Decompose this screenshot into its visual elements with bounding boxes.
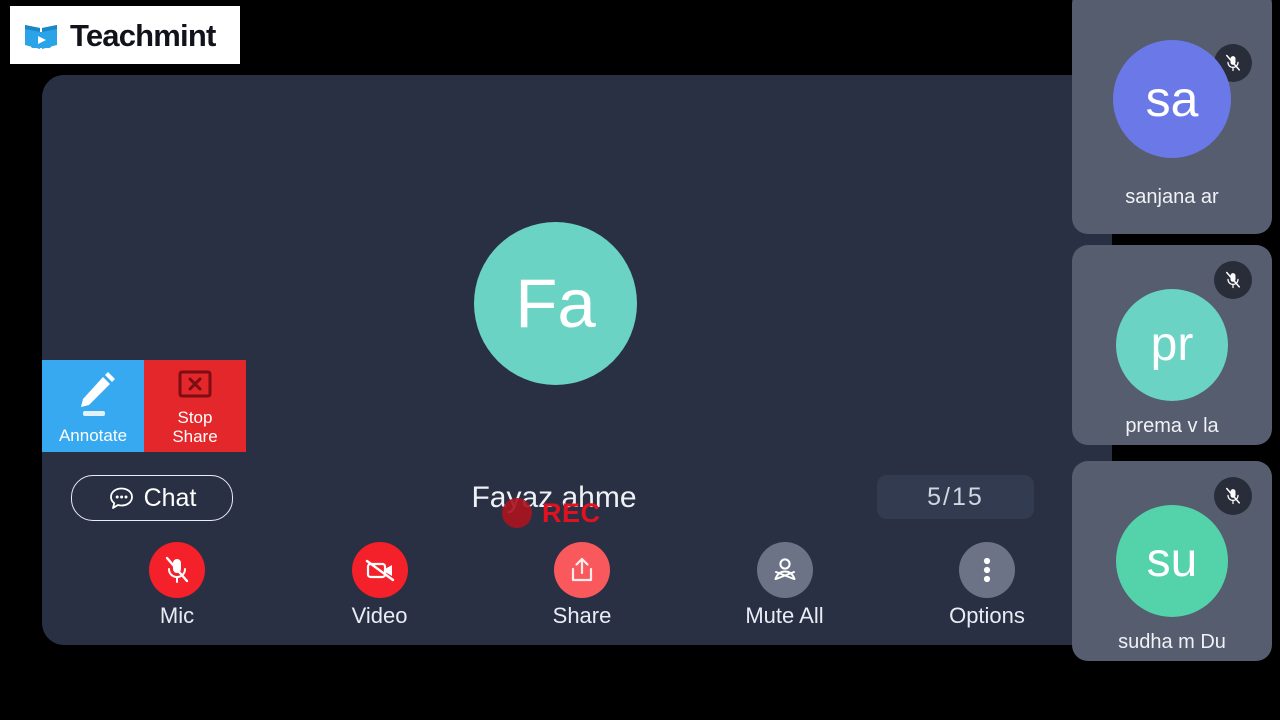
brand-name: Teachmint [70, 17, 216, 53]
recording-label: REC [542, 497, 601, 528]
mic-muted-icon [1214, 261, 1252, 299]
toolbar-item-share[interactable]: Share [507, 542, 657, 627]
toolbar-label-video: Video [351, 603, 408, 628]
video-off-icon [351, 542, 408, 598]
toolbar-item-video[interactable]: Video [305, 542, 455, 627]
stop-share-x-box-icon [144, 360, 246, 408]
participant-name: prema v la [1125, 415, 1219, 437]
participant-name: sudha m Du [1118, 631, 1226, 653]
chat-button[interactable]: Chat [71, 475, 233, 521]
participant-counter: 5/15 [877, 475, 1034, 519]
stop-share-label-line1: Stop [177, 407, 213, 427]
share-controls-group: Annotate Stop Share [42, 360, 246, 452]
participant-initials: pr [1150, 318, 1194, 371]
stop-share-button[interactable]: Stop Share [144, 360, 246, 452]
annotate-button[interactable]: Annotate [42, 360, 144, 452]
teachmint-book-play-icon [22, 16, 60, 54]
participant-tile-sanjana[interactable]: sa sanjana ar [1072, 0, 1272, 234]
record-dot-icon [502, 498, 532, 528]
toolbar-item-mic[interactable]: Mic [102, 542, 252, 627]
share-upload-icon [554, 542, 610, 598]
chat-label: Chat [143, 483, 197, 512]
stop-share-label: Stop Share [172, 408, 217, 446]
participant-tile-sudha[interactable]: su sudha m Du [1072, 461, 1272, 661]
toolbar-item-options[interactable]: Options [912, 542, 1062, 627]
participant-initials: su [1146, 534, 1198, 587]
participant-avatar: sa [1113, 40, 1231, 158]
participant-tile-prema[interactable]: pr prema v la [1072, 245, 1272, 445]
toolbar-item-mute-all[interactable]: Mute All [710, 542, 860, 627]
participant-rail[interactable]: sa sanjana ar pr prema v la su sudha m D… [1072, 0, 1280, 720]
pencil-icon [42, 360, 144, 427]
kebab-menu-icon [959, 542, 1015, 598]
stop-share-label-line2: Share [172, 426, 218, 446]
participant-initials: sa [1145, 71, 1199, 127]
toolbar-label-mic: Mic [159, 603, 195, 628]
annotate-label: Annotate [58, 426, 128, 445]
mic-muted-icon [149, 542, 205, 598]
mute-all-person-icon [756, 542, 813, 598]
speaker-avatar: Fa [474, 222, 637, 385]
toolbar-label-mute-all: Mute All [745, 603, 824, 628]
stage-panel: Fa Fayaz ahme REC 5/15 Annotate Stop Sha… [42, 75, 1112, 645]
chat-bubble-dots-icon [108, 485, 135, 512]
participant-avatar: pr [1116, 289, 1228, 401]
video-class-screen: Teachmint Fa Fayaz ahme REC 5/15 Annotat… [0, 0, 1280, 720]
bottom-toolbar: Mic Video Share Mute All Options [102, 542, 1062, 627]
participant-name: sanjana ar [1125, 186, 1219, 208]
speaker-initials: Fa [515, 265, 596, 342]
participant-avatar: su [1116, 505, 1228, 617]
toolbar-label-share: Share [552, 603, 612, 628]
recording-indicator: REC [502, 497, 601, 529]
mic-muted-icon [1214, 477, 1252, 515]
brand-bar: Teachmint [10, 6, 240, 64]
participant-counter-value: 5/15 [927, 482, 984, 511]
toolbar-label-options: Options [949, 603, 1025, 628]
